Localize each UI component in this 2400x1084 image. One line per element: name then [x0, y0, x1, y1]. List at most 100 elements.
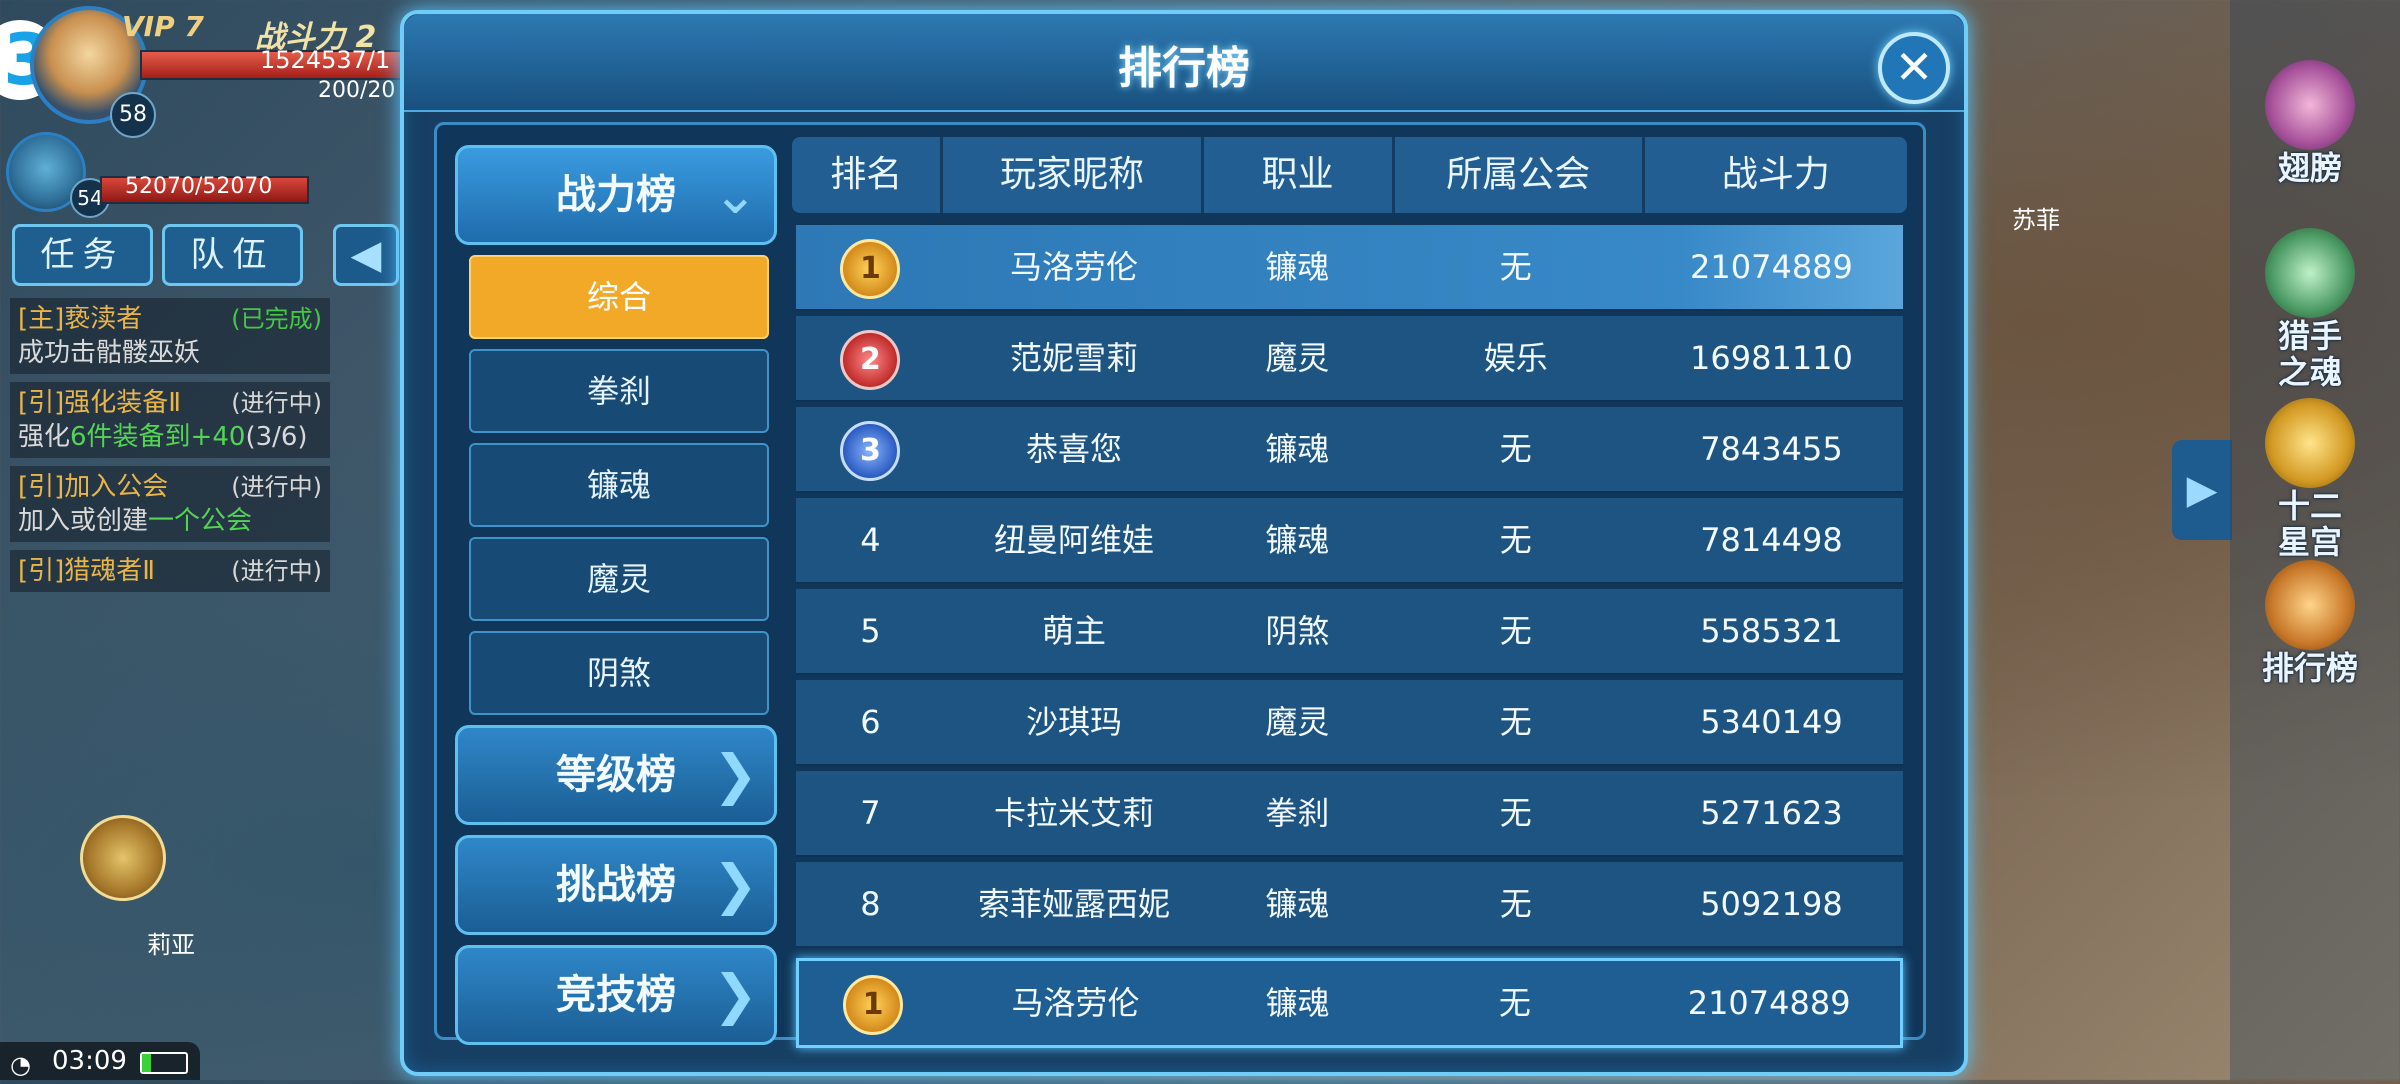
player-guild: 娱乐 [1483, 339, 1548, 377]
player-class: 镰魂 [1265, 885, 1330, 923]
panel-title: 排行榜 [1118, 43, 1250, 94]
chevron-right-icon: ❯ [712, 743, 758, 806]
table-header: 排名 玩家昵称 职业 所属公会 战斗力 [792, 137, 1907, 213]
bronze-medal-icon: 3 [840, 421, 901, 481]
player-guild: 无 [1498, 984, 1531, 1022]
player-class: 镰魂 [1265, 430, 1330, 468]
player-power: 7843455 [1700, 430, 1843, 468]
player-name: 索菲娅露西妮 [977, 885, 1170, 923]
player-power: 5585321 [1700, 612, 1843, 650]
close-button[interactable]: ✕ [1878, 32, 1950, 104]
right-hud: 翅膀 猎手之魂 十二星宫 排行榜 [2230, 0, 2400, 1080]
guild-emblem-icon[interactable] [80, 815, 166, 901]
player-hp-text: 1524537/1 [260, 46, 391, 74]
player-guild: 无 [1499, 885, 1532, 923]
column-header-name: 玩家昵称 [943, 137, 1204, 213]
player-guild: 无 [1499, 794, 1532, 832]
vip-badge[interactable]: VIP 7 [122, 10, 204, 43]
battery-icon [140, 1052, 188, 1074]
table-row[interactable]: 2 范妮雪莉 魔灵 娱乐 16981110 [796, 316, 1903, 402]
player-power: 5340149 [1700, 703, 1843, 741]
player-class: 魔灵 [1265, 703, 1330, 741]
column-header-rank: 排名 [792, 137, 944, 213]
player-level-badge: 58 [110, 92, 156, 138]
player-guild: 无 [1499, 703, 1532, 741]
category-power-button[interactable]: 战力榜 ⌄ [455, 145, 777, 245]
column-header-class: 职业 [1204, 137, 1395, 213]
zodiac-icon [2265, 398, 2355, 488]
wings-icon [2265, 60, 2355, 150]
npc-name-label: 莉亚 [147, 931, 195, 959]
chevron-right-icon: ❯ [712, 963, 758, 1026]
player-class: 镰魂 [1265, 521, 1330, 559]
device-status-bar: ◔ 03:09 [0, 1042, 200, 1080]
player-power: 16981110 [1690, 339, 1853, 377]
quest-item[interactable]: [引]强化装备Ⅱ (进行中) 强化6件装备到+40(3/6) [10, 382, 330, 458]
column-header-guild: 所属公会 [1395, 137, 1645, 213]
rank-number: 8 [860, 885, 881, 923]
subcategory-lianhun[interactable]: 镰魂 [469, 443, 769, 527]
gold-medal-icon: 1 [840, 239, 901, 299]
player-guild: 无 [1499, 430, 1532, 468]
table-row[interactable]: 4 纽曼阿维娃 镰魂 无 7814498 [796, 498, 1903, 584]
task-tab-button[interactable]: 任务 [12, 224, 153, 286]
player-class: 拳刹 [1265, 794, 1330, 832]
leaderboard-panel: 排行榜 ✕ 战力榜 ⌄ 综合 拳刹 镰魂 魔灵 阴煞 等级榜 ❯ 挑战榜 ❯ 竞… [400, 10, 1968, 1076]
table-row[interactable]: 3 恭喜您 镰魂 无 7843455 [796, 407, 1903, 493]
player-name: 萌主 [1041, 612, 1106, 650]
quest-item[interactable]: [主]亵渎者 (已完成) 成功击骷髅巫妖 [10, 298, 330, 374]
table-row[interactable]: 5 萌主 阴煞 无 5585321 [796, 589, 1903, 675]
quest-item[interactable]: [引]加入公会 (进行中) 加入或创建一个公会 [10, 466, 330, 542]
category-level-button[interactable]: 等级榜 ❯ [455, 725, 777, 825]
hunter-soul-menu-button[interactable]: 猎手之魂 [2240, 228, 2380, 390]
close-icon: ✕ [1894, 40, 1934, 94]
subcategory-moling[interactable]: 魔灵 [469, 537, 769, 621]
player-name: 马洛劳伦 [1011, 984, 1140, 1022]
category-challenge-button[interactable]: 挑战榜 ❯ [455, 835, 777, 935]
rank-number: 4 [860, 521, 881, 559]
chevron-right-icon: ❯ [712, 853, 758, 916]
gold-medal-icon: 1 [843, 975, 904, 1035]
zodiac-menu-button[interactable]: 十二星宫 [2240, 398, 2380, 560]
rank-number: 5 [860, 612, 881, 650]
rank-number: 6 [860, 703, 881, 741]
clock-text: 03:09 [52, 1046, 127, 1076]
column-header-power: 战斗力 [1721, 154, 1830, 195]
table-row[interactable]: 1 马洛劳伦 镰魂 无 21074889 [796, 225, 1903, 311]
player-power: 5271623 [1700, 794, 1843, 832]
player-name: 沙琪玛 [1025, 703, 1122, 741]
table-row[interactable]: 7 卡拉米艾莉 拳刹 无 5271623 [796, 771, 1903, 857]
leaderboard-menu-button[interactable]: 排行榜 [2240, 560, 2380, 686]
silver-medal-icon: 2 [840, 330, 901, 390]
npc-name-label: 苏菲 [2012, 206, 2060, 234]
table-row[interactable]: 8 索菲娅露西妮 镰魂 无 5092198 [796, 862, 1903, 948]
player-power: 21074889 [1687, 984, 1851, 1022]
quest-tracker: [主]亵渎者 (已完成) 成功击骷髅巫妖 [引]强化装备Ⅱ (进行中) 强化6件… [10, 298, 330, 600]
table-row[interactable]: 6 沙琪玛 魔灵 无 5340149 [796, 680, 1903, 766]
player-name: 纽曼阿维娃 [993, 521, 1154, 559]
wifi-icon: ◔ [10, 1051, 31, 1079]
player-name: 范妮雪莉 [1009, 339, 1138, 377]
player-name: 恭喜您 [1025, 430, 1122, 468]
subcategory-quansha[interactable]: 拳刹 [469, 349, 769, 433]
collapse-arrow-icon[interactable]: ◀ [333, 224, 399, 286]
subcategory-all[interactable]: 综合 [469, 255, 769, 339]
player-mp-text: 200/20 [318, 78, 396, 103]
player-class: 阴煞 [1265, 612, 1330, 650]
left-hud: 3 58 VIP 7 战斗力 2 1524537/1 200/20 54 520… [0, 0, 414, 1080]
team-tab-button[interactable]: 队伍 [162, 224, 303, 286]
ranking-table: 排名 玩家昵称 职业 所属公会 战斗力 1 马洛劳伦 镰魂 无 21074889… [792, 137, 1907, 1053]
my-rank-row[interactable]: 1 马洛劳伦 镰魂 无 21074889 [796, 958, 1903, 1048]
player-class: 镰魂 [1265, 248, 1330, 286]
wings-menu-button[interactable]: 翅膀 [2240, 60, 2380, 186]
trophy-icon [2265, 560, 2355, 650]
quest-item[interactable]: [引]猎魂者Ⅱ (进行中) [10, 550, 330, 592]
player-guild: 无 [1499, 248, 1532, 286]
subcategory-yinsha[interactable]: 阴煞 [469, 631, 769, 715]
player-class: 魔灵 [1265, 339, 1330, 377]
category-arena-button[interactable]: 竞技榜 ❯ [455, 945, 777, 1045]
hunter-soul-icon [2265, 228, 2355, 318]
pet-hp-text: 52070/52070 [125, 174, 273, 199]
expand-arrow-icon[interactable]: ▶ [2172, 440, 2232, 540]
player-name: 马洛劳伦 [1009, 248, 1138, 286]
